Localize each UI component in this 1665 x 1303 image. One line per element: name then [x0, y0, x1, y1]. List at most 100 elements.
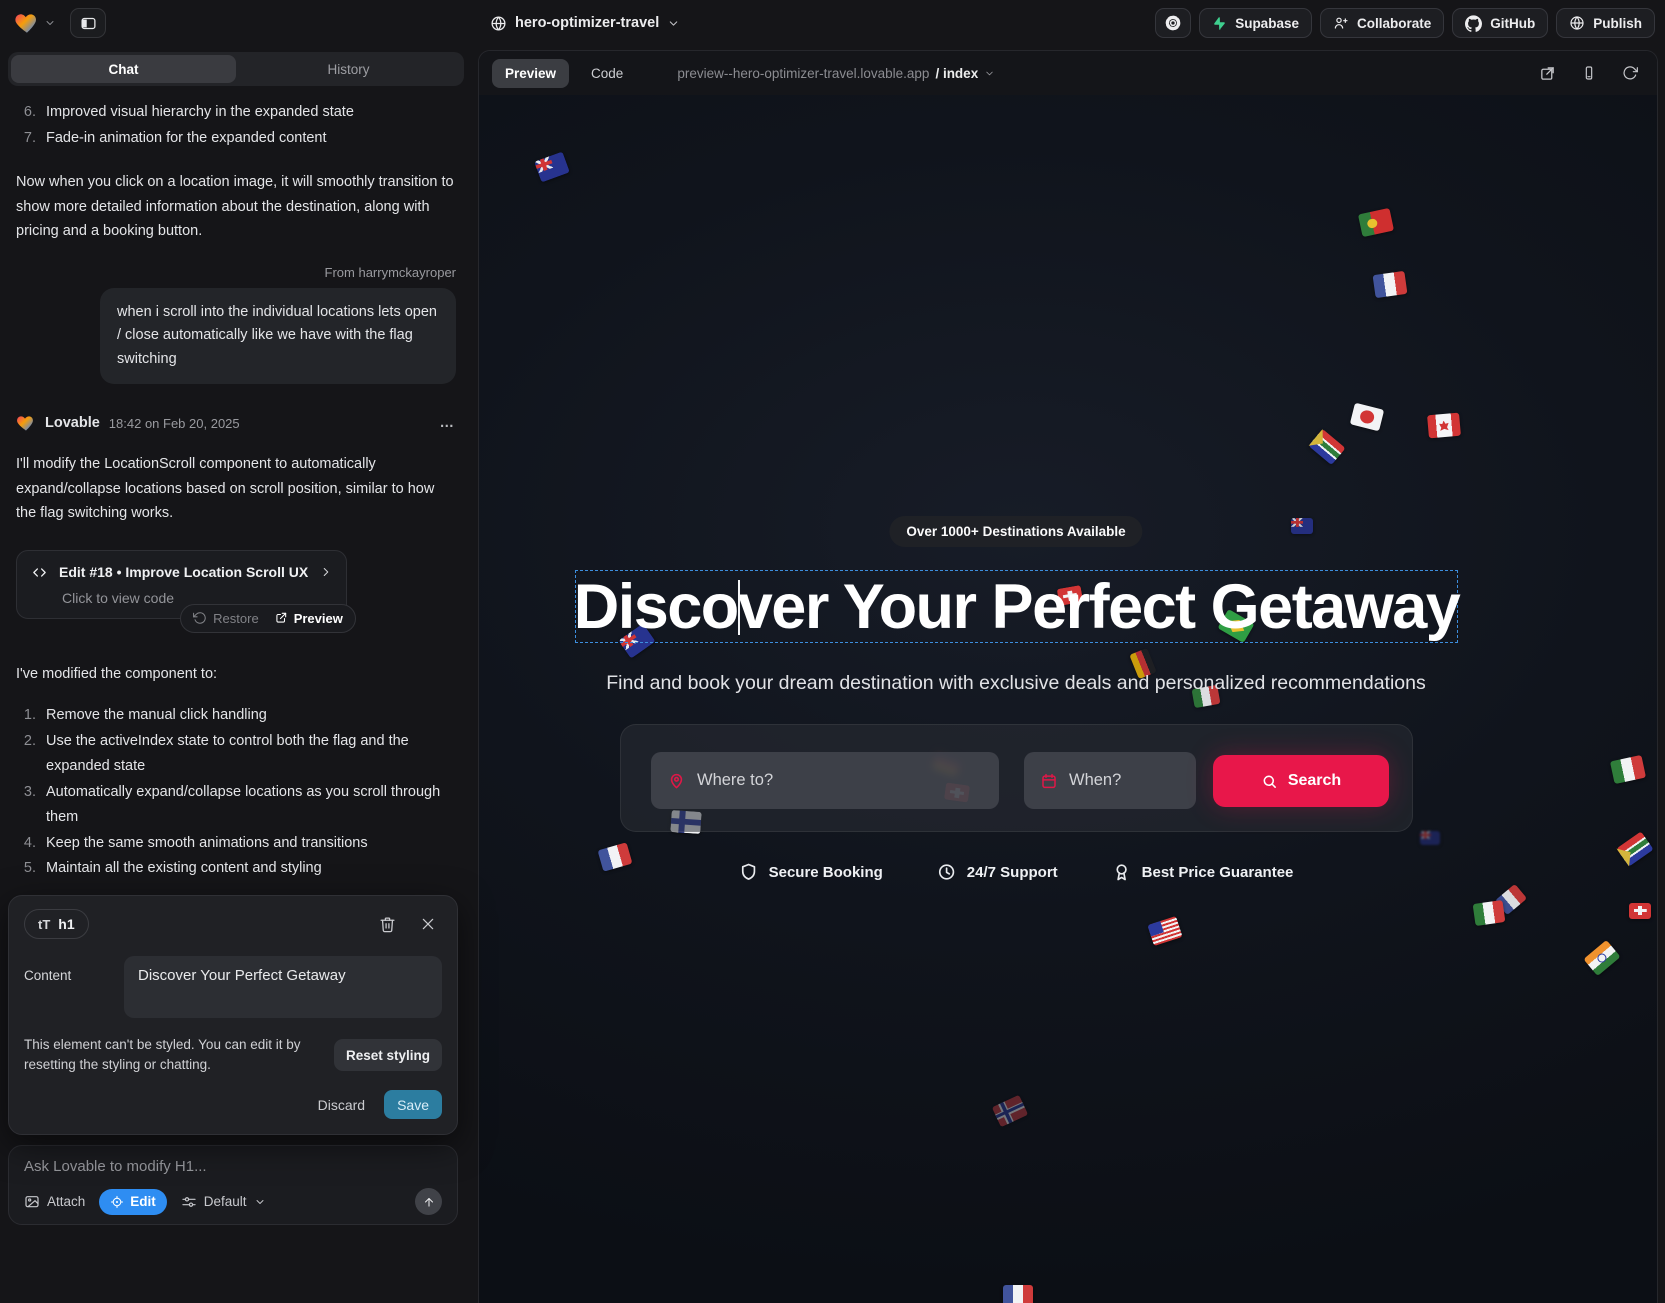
collaborate-button[interactable]: Collaborate	[1320, 8, 1444, 38]
project-switcher[interactable]: hero-optimizer-travel	[490, 15, 680, 32]
assistant-paragraph: I've modified the component to:	[16, 662, 456, 687]
save-button[interactable]: Save	[384, 1090, 442, 1119]
styling-note: This element can't be styled. You can ed…	[24, 1035, 330, 1075]
when-field[interactable]	[1024, 752, 1196, 809]
when-input[interactable]	[1069, 771, 1180, 790]
chat-list-item: 7.Fade-in animation for the expanded con…	[16, 126, 456, 152]
flag-france-icon	[1373, 270, 1408, 297]
flag-norway-icon	[992, 1095, 1028, 1128]
trash-icon	[379, 916, 396, 933]
assistant-paragraph: Now when you click on a location image, …	[16, 170, 456, 244]
tab-preview[interactable]: Preview	[492, 59, 569, 88]
publish-button[interactable]: Publish	[1556, 8, 1655, 38]
flag-france-icon	[598, 842, 633, 871]
delete-element-button[interactable]	[379, 916, 396, 933]
user-message-bubble: when i scroll into the individual locati…	[100, 288, 456, 385]
image-icon	[24, 1194, 40, 1210]
chat-thread: 6.Improved visual hierarchy in the expan…	[0, 100, 472, 882]
preview-url: preview--hero-optimizer-travel.lovable.a…	[677, 66, 929, 81]
supabase-button[interactable]: Supabase	[1199, 8, 1312, 38]
device-preview-button[interactable]	[1581, 65, 1597, 81]
calendar-icon	[1040, 772, 1058, 790]
tab-code[interactable]: Code	[578, 59, 636, 88]
reset-styling-button[interactable]: Reset styling	[334, 1039, 442, 1071]
search-label: Search	[1288, 772, 1341, 790]
message-timestamp: 18:42 on Feb 20, 2025	[109, 416, 240, 431]
element-tag-badge[interactable]: tT h1	[24, 909, 89, 939]
award-icon	[1112, 862, 1132, 882]
attach-label: Attach	[47, 1194, 85, 1209]
selected-h1-element[interactable]: Discover Your Perfect Getaway	[575, 570, 1458, 643]
send-button[interactable]	[415, 1188, 442, 1215]
chevron-down-icon	[44, 17, 56, 29]
text-size-icon: tT	[38, 917, 50, 932]
feature-label: 24/7 Support	[967, 864, 1058, 881]
flag-usa-icon	[1147, 916, 1182, 946]
project-name: hero-optimizer-travel	[515, 15, 659, 31]
chat-list-item: 4.Keep the same smooth animations and tr…	[16, 831, 456, 857]
github-label: GitHub	[1490, 16, 1535, 31]
top-bar-actions: Supabase Collaborate GitHub	[1155, 8, 1655, 38]
chat-sidebar: Chat History 6.Improved visual hierarchy…	[0, 46, 472, 1303]
tab-history[interactable]: History	[236, 55, 461, 83]
message-options-button[interactable]: …	[440, 415, 457, 431]
supabase-bolt-icon	[1212, 16, 1227, 31]
flag-france-icon	[1003, 1285, 1033, 1303]
assistant-paragraph: I'll modify the LocationScroll component…	[16, 452, 456, 526]
magnifier-icon	[1261, 773, 1278, 790]
flag-portugal-icon	[1358, 207, 1394, 236]
sidebar-toggle-button[interactable]	[70, 8, 106, 38]
feature-label: Best Price Guarantee	[1142, 864, 1294, 881]
github-button[interactable]: GitHub	[1452, 8, 1548, 38]
mode-select[interactable]: Default	[181, 1194, 266, 1210]
feature-secure-booking: Secure Booking	[739, 862, 883, 882]
assistant-name: Lovable	[45, 415, 100, 431]
search-card: Search	[620, 724, 1413, 832]
element-editor-panel: tT h1 Content Discover Your Perfect Geta…	[8, 895, 458, 1135]
refresh-button[interactable]	[1622, 65, 1638, 81]
feature-best-price: Best Price Guarantee	[1112, 862, 1294, 882]
preview-pane: Preview Code preview--hero-optimizer-tra…	[478, 50, 1658, 1303]
external-link-icon	[1539, 65, 1556, 82]
shield-icon	[739, 862, 759, 882]
chevron-down-icon	[254, 1196, 266, 1208]
flag-canada-icon	[1427, 412, 1461, 438]
text-caret	[738, 580, 740, 635]
search-button[interactable]: Search	[1213, 755, 1389, 807]
preview-version-button[interactable]: Preview	[274, 611, 343, 626]
flag-mexico-icon	[1473, 900, 1506, 926]
code-brackets-icon	[31, 564, 48, 581]
where-to-input[interactable]	[697, 771, 983, 790]
edit-mode-button[interactable]: Edit	[99, 1189, 167, 1215]
preview-toolbar: Preview Code preview--hero-optimizer-tra…	[479, 51, 1657, 95]
assistant-message-header: Lovable 18:42 on Feb 20, 2025 …	[16, 413, 456, 433]
mobile-icon	[1581, 65, 1597, 81]
panel-left-icon	[80, 15, 97, 32]
open-in-new-tab-button[interactable]	[1539, 65, 1556, 82]
restore-label: Restore	[213, 611, 259, 626]
discard-button[interactable]: Discard	[318, 1097, 365, 1113]
restore-button[interactable]: Restore	[193, 611, 259, 626]
lovable-logo-menu[interactable]	[10, 10, 56, 36]
attach-button[interactable]: Attach	[24, 1194, 85, 1210]
chevron-down-icon	[667, 17, 680, 30]
feature-label: Secure Booking	[769, 864, 883, 881]
chat-list-item: 5.Maintain all the existing content and …	[16, 856, 456, 882]
preview-url-dropdown[interactable]: preview--hero-optimizer-travel.lovable.a…	[677, 66, 995, 81]
edit-mode-label: Edit	[130, 1194, 156, 1209]
close-panel-button[interactable]	[420, 916, 436, 932]
tab-chat[interactable]: Chat	[11, 55, 236, 83]
feature-list: Secure Booking 24/7 Support Best Price G…	[739, 862, 1294, 882]
site-viewport: Over 1000+ Destinations Available Discov…	[479, 95, 1657, 1303]
element-tag-label: h1	[58, 916, 74, 932]
where-to-field[interactable]	[651, 752, 999, 809]
flag-new-zealand-icon	[1420, 831, 1440, 845]
heart-icon	[14, 10, 40, 36]
gear-icon	[1164, 14, 1182, 32]
chat-input[interactable]	[24, 1158, 442, 1175]
content-field-input[interactable]: Discover Your Perfect Getaway	[124, 956, 442, 1018]
version-actions: Restore Preview	[180, 604, 356, 633]
target-icon	[110, 1195, 124, 1209]
settings-button[interactable]	[1155, 8, 1191, 38]
preview-label: Preview	[294, 611, 343, 626]
